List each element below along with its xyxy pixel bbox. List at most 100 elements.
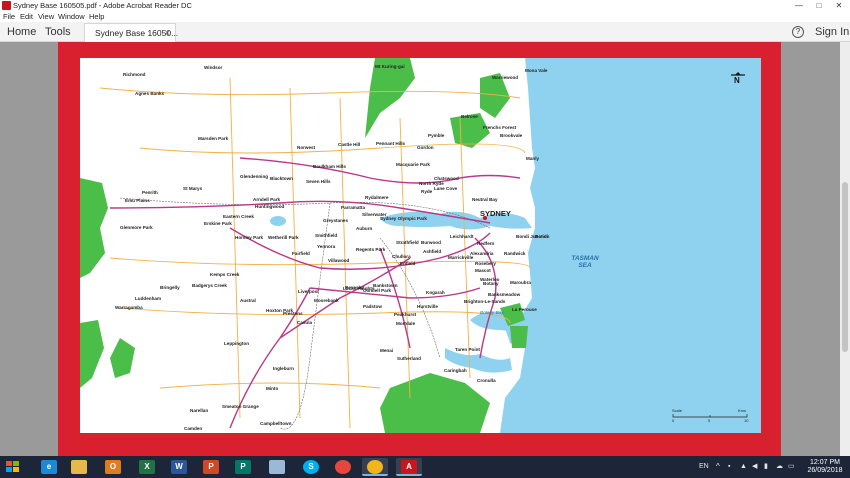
place-label: Mortdale [396, 321, 416, 326]
sign-in-button[interactable]: Sign In [815, 22, 849, 42]
skype-icon: S [303, 460, 319, 474]
volume-icon[interactable]: ◀ [752, 456, 757, 478]
chrome-icon [335, 460, 351, 474]
minimize-button[interactable]: — [790, 0, 808, 11]
document-area[interactable]: Windsor Richmond Agnes Banks Marsden Par… [0, 42, 850, 456]
show-hidden-icons-icon[interactable]: ^ [716, 456, 720, 478]
close-window-button[interactable]: ✕ [830, 0, 848, 11]
place-label: Sutherland [397, 356, 421, 361]
place-label: Norwest [297, 145, 316, 150]
excel-icon: X [139, 460, 155, 474]
scale-bar: Scale Kms 0 5 10 [672, 408, 752, 424]
place-label: Arndell Park [253, 197, 281, 202]
start-button[interactable] [4, 459, 22, 475]
city-label: SYDNEY [480, 209, 511, 218]
place-label: Badgerys Creek [192, 283, 227, 288]
system-clock[interactable]: 12:07 PM 26/09/2018 [804, 459, 846, 475]
place-label: Warriewood [492, 75, 519, 80]
place-label: Randwick [504, 251, 526, 256]
place-label: Leichhardt [450, 234, 474, 239]
scale-tick: 10 [744, 418, 749, 423]
scale-tick: 0 [672, 418, 675, 423]
vertical-scrollbar[interactable] [840, 42, 850, 456]
place-label: Hurstville [417, 304, 438, 309]
taskbar-ie[interactable]: e [36, 458, 62, 476]
place-label: Caringbah [444, 368, 467, 373]
document-tab[interactable]: Sydney Base 16050... × [84, 23, 178, 43]
sydney-map: Windsor Richmond Agnes Banks Marsden Par… [80, 58, 761, 433]
place-label: Maroubra [510, 280, 531, 285]
taskbar-skype[interactable]: S [298, 458, 324, 476]
internet-explorer-icon: e [41, 460, 57, 474]
north-label: N [734, 76, 740, 85]
place-label: Banksmeadow [488, 292, 521, 297]
battery-icon[interactable]: ▮ [764, 456, 768, 478]
document-icon [269, 460, 285, 474]
taskbar-chrome-2[interactable] [362, 458, 388, 476]
place-label: Enfield [400, 261, 416, 266]
taskbar-chrome[interactable] [330, 458, 356, 476]
place-label: Mascot [475, 268, 491, 273]
place-label: Parramatta [341, 205, 366, 210]
taskbar-outlook[interactable]: O [100, 458, 126, 476]
menu-view[interactable]: View [38, 11, 54, 22]
windows-logo-icon [6, 461, 19, 472]
language-indicator[interactable]: EN [699, 456, 709, 478]
taskbar-word[interactable]: W [166, 458, 192, 476]
place-label: Ryde [421, 189, 433, 194]
taskbar-excel[interactable]: X [134, 458, 160, 476]
place-label: Erskine Park [204, 221, 232, 226]
pdf-page: Windsor Richmond Agnes Banks Marsden Par… [58, 42, 781, 456]
place-label: Greystanes [323, 218, 349, 223]
taskbar-powerpoint[interactable]: P [198, 458, 224, 476]
taskbar-publisher[interactable]: P [230, 458, 256, 476]
taskbar-notepad[interactable] [264, 458, 290, 476]
scale-tick: 5 [708, 418, 711, 423]
place-label: Peakhurst [394, 312, 417, 317]
place-label: Narellan [190, 408, 209, 413]
place-label: Alexandria [470, 251, 494, 256]
taskbar-acrobat[interactable]: A [396, 458, 422, 476]
place-label: Brighton-Le-Sands [464, 299, 506, 304]
place-label: Taren Point [455, 347, 480, 352]
maximize-button[interactable]: □ [810, 0, 828, 11]
place-label: North Ryde [419, 181, 444, 186]
place-label: Villawood [328, 258, 350, 263]
place-label: Yennora [317, 244, 336, 249]
home-tab[interactable]: Home [7, 22, 36, 42]
place-label: Rydalmere [365, 195, 389, 200]
taskbar-explorer[interactable] [66, 458, 92, 476]
place-label: Belrose [461, 114, 478, 119]
menu-file[interactable]: File [3, 11, 15, 22]
network-icon[interactable]: ▲ [740, 456, 747, 478]
chrome-icon [367, 460, 383, 474]
place-label: Neutral Bay [472, 197, 498, 202]
menu-edit[interactable]: Edit [20, 11, 33, 22]
place-label: Casula [297, 320, 313, 325]
place-label: Castle Hill [338, 142, 361, 147]
place-label: Emu Plains [125, 198, 150, 203]
place-label: Agnes Banks [135, 91, 165, 96]
place-label: Mona Vale [525, 68, 548, 73]
menu-window[interactable]: Window [58, 11, 85, 22]
place-label: La Perouse [512, 307, 537, 312]
tools-tab[interactable]: Tools [45, 22, 71, 42]
place-label: Richmond [123, 72, 146, 77]
place-label: Cronulla [477, 378, 496, 383]
menu-help[interactable]: Help [89, 11, 104, 22]
place-label: Waterloo [480, 277, 500, 282]
place-label: Liverpool [298, 289, 319, 294]
close-tab-icon[interactable]: × [165, 24, 170, 43]
place-label: Chullora [392, 254, 411, 259]
place-label: Moorebank [314, 298, 339, 303]
notification-icon[interactable]: ▭ [788, 456, 795, 478]
place-label: Rosebery [475, 261, 496, 266]
scrollbar-thumb[interactable] [842, 182, 848, 352]
onedrive-icon[interactable]: ☁ [776, 456, 783, 478]
place-label: Strathfield [396, 240, 419, 245]
powerpoint-icon: P [203, 460, 219, 474]
place-label: Eastern Creek [223, 214, 254, 219]
tray-app-icon[interactable]: ▪ [728, 456, 730, 478]
place-label: Prestons [283, 311, 303, 316]
help-icon[interactable]: ? [792, 26, 804, 38]
